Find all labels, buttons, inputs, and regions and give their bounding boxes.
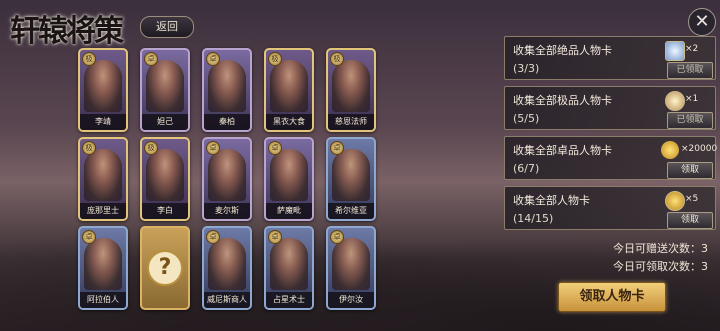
reward-row: 收集全部卓品人物卡 (6/7) ×20000 领取: [504, 136, 718, 180]
character-name: 慈恩法师: [328, 114, 374, 130]
character-portrait: [208, 238, 246, 290]
character-portrait: [332, 149, 370, 201]
card-grid: 极李靖卓妲己卓秦柏极黑衣大食极慈恩法师极庞那里士极李白卓麦尔斯卓萨魔毗卓希尔维亚…: [78, 48, 376, 310]
character-card[interactable]: 卓威尼斯商人: [202, 226, 252, 310]
character-card[interactable]: 极黑衣大食: [264, 48, 314, 132]
character-card[interactable]: 卓秦柏: [202, 48, 252, 132]
character-portrait: [332, 238, 370, 290]
rarity-badge-icon: 卓: [206, 141, 220, 155]
rarity-badge-icon: 卓: [144, 52, 158, 66]
claim-reward-button[interactable]: 领取: [667, 162, 713, 179]
character-portrait: [332, 60, 370, 112]
reward-label: 收集全部极品人物卡: [513, 94, 612, 107]
reward-quantity: ×20000: [681, 144, 718, 154]
reward-quantity: ×5: [685, 194, 699, 204]
character-portrait: [84, 149, 122, 201]
character-portrait: [146, 60, 184, 112]
character-card[interactable]: 极李靖: [78, 48, 128, 132]
rarity-badge-icon: 极: [82, 52, 96, 66]
reward-label: 收集全部卓品人物卡: [513, 144, 612, 157]
reward-progress: (6/7): [513, 162, 540, 175]
rarity-badge-icon: 极: [268, 52, 282, 66]
character-card[interactable]: 卓伊尔汝: [326, 226, 376, 310]
character-portrait: [270, 149, 308, 201]
character-name: 威尼斯商人: [204, 292, 250, 308]
character-name: 希尔维亚: [328, 203, 374, 219]
reward-label: 收集全部人物卡: [513, 194, 590, 207]
close-button[interactable]: ✕: [688, 8, 716, 36]
rarity-badge-icon: 卓: [330, 230, 344, 244]
character-name: 萨魔毗: [266, 203, 312, 219]
character-name: 庞那里士: [80, 203, 126, 219]
rarity-badge-icon: 极: [330, 52, 344, 66]
character-card[interactable]: 卓占星术士: [264, 226, 314, 310]
rarity-badge-icon: 极: [144, 141, 158, 155]
character-card[interactable]: 卓阿拉伯人: [78, 226, 128, 310]
character-name: 阿拉伯人: [80, 292, 126, 308]
page-title: 轩辕将策: [10, 14, 124, 49]
character-card[interactable]: 极李白: [140, 137, 190, 221]
reward-progress: (3/3): [513, 62, 540, 75]
character-portrait: [84, 60, 122, 112]
character-name: 占星术士: [266, 292, 312, 308]
rarity-badge-icon: 卓: [82, 230, 96, 244]
reward-progress: (14/15): [513, 212, 554, 225]
character-card[interactable]: 卓妲己: [140, 48, 190, 132]
character-portrait: [146, 149, 184, 201]
reward-quantity: ×2: [685, 44, 699, 54]
unknown-card[interactable]: ?: [140, 226, 190, 310]
rarity-badge-icon: 卓: [206, 230, 220, 244]
character-portrait: [84, 238, 122, 290]
reward-quantity: ×1: [685, 94, 699, 104]
character-name: 李白: [142, 203, 188, 219]
character-portrait: [208, 60, 246, 112]
reward-row: 收集全部绝品人物卡 (3/3) ×2 已领取: [504, 36, 716, 80]
character-card[interactable]: 卓希尔维亚: [326, 137, 376, 221]
character-name: 麦尔斯: [204, 203, 250, 219]
character-name: 秦柏: [204, 114, 250, 130]
character-card[interactable]: 卓麦尔斯: [202, 137, 252, 221]
claimed-button[interactable]: 已领取: [667, 62, 713, 79]
rarity-badge-icon: 卓: [268, 230, 282, 244]
reward-row: 收集全部人物卡 (14/15) ×5 领取: [504, 186, 716, 230]
character-name: 李靖: [80, 114, 126, 130]
reward-progress: (5/5): [513, 112, 540, 125]
character-portrait: [270, 60, 308, 112]
medal-icon: [665, 191, 685, 211]
character-portrait: [208, 149, 246, 201]
rewards-panel: 收集全部绝品人物卡 (3/3) ×2 已领取 收集全部极品人物卡 (5/5) ×…: [504, 36, 718, 319]
receive-count: 今日可领取次数：3: [613, 260, 708, 273]
question-mark-icon: ?: [147, 250, 183, 286]
back-button[interactable]: 返回: [140, 16, 194, 38]
reward-row: 收集全部极品人物卡 (5/5) ×1 已领取: [504, 86, 716, 130]
reward-label: 收集全部绝品人物卡: [513, 44, 612, 57]
rarity-badge-icon: 卓: [206, 52, 220, 66]
claim-card-button[interactable]: 领取人物卡: [558, 282, 666, 312]
character-name: 伊尔汝: [328, 292, 374, 308]
character-portrait: [270, 238, 308, 290]
claim-reward-button[interactable]: 领取: [667, 212, 713, 229]
coins-icon: [661, 141, 679, 159]
token-icon: [665, 91, 685, 111]
rarity-badge-icon: 卓: [330, 141, 344, 155]
character-card[interactable]: 极慈恩法师: [326, 48, 376, 132]
character-card[interactable]: 极庞那里士: [78, 137, 128, 221]
character-name: 妲己: [142, 114, 188, 130]
gift-count: 今日可赠送次数：3: [613, 242, 708, 255]
character-name: 黑衣大食: [266, 114, 312, 130]
claimed-button[interactable]: 已领取: [667, 112, 713, 129]
rarity-badge-icon: 卓: [268, 141, 282, 155]
gem-icon: [665, 41, 685, 61]
character-card[interactable]: 卓萨魔毗: [264, 137, 314, 221]
rarity-badge-icon: 极: [82, 141, 96, 155]
